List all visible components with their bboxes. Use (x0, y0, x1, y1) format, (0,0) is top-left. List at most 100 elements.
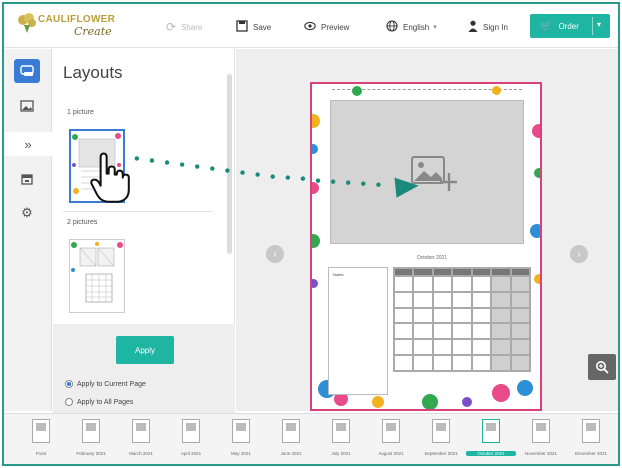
filmstrip-item[interactable]: October 2021 (466, 419, 516, 463)
cauliflower-logo-icon (18, 13, 36, 33)
filmstrip-item[interactable]: November 2021 (516, 419, 566, 463)
layouts-panel: Layouts 1 picture 2 pictures (53, 49, 235, 324)
filmstrip-label: May 2021 (231, 451, 251, 456)
rail-images-button[interactable] (14, 94, 40, 118)
grid-header-cell (413, 268, 433, 276)
day-cell (432, 355, 453, 371)
decor-dot (372, 396, 384, 408)
chevron-left-icon: ‹ (273, 248, 277, 260)
filmstrip-thumbnail (82, 419, 100, 443)
day-cell (452, 323, 472, 340)
day-cell (452, 355, 472, 371)
filmstrip-label: August 2021 (378, 451, 404, 456)
filmstrip-label: December 2021 (574, 451, 608, 456)
decor-dot (422, 394, 438, 409)
zoom-button[interactable] (588, 354, 616, 380)
filmstrip-item[interactable]: February 2021 (66, 419, 116, 463)
day-cell (413, 323, 433, 340)
signin-label: Sign In (483, 22, 508, 32)
next-page-button[interactable]: › (570, 245, 588, 263)
filmstrip-item[interactable]: June 2021 (266, 419, 316, 463)
decor-dot (312, 182, 319, 194)
layout-thumb-two-pictures[interactable] (69, 239, 125, 313)
filmstrip-item[interactable]: May 2021 (216, 419, 266, 463)
filmstrip-item[interactable]: August 2021 (366, 419, 416, 463)
filmstrip-item[interactable]: April 2021 (166, 419, 216, 463)
day-cell (394, 276, 414, 292)
filmstrip-thumbnail (182, 419, 200, 443)
add-image-icon (411, 156, 457, 191)
decor-dot (352, 86, 362, 96)
rail-calendar-button[interactable] (14, 167, 40, 191)
day-cell (471, 291, 492, 308)
preview-label: Preview (321, 22, 350, 32)
rail-layouts-button[interactable] (14, 59, 40, 83)
day-cell (394, 355, 414, 371)
apply-current-radio[interactable] (65, 380, 73, 388)
filmstrip-thumbnail (382, 419, 400, 443)
decor-dot (534, 168, 540, 178)
layout-icon (20, 65, 34, 76)
calendar-page[interactable]: October 2021 Notes (310, 82, 542, 411)
image-icon (20, 100, 34, 112)
order-button[interactable]: 🛒 Order ▾ (530, 14, 610, 38)
day-cell (471, 276, 492, 292)
order-dropdown-icon[interactable]: ▾ (597, 20, 601, 29)
layout-thumb-one-picture[interactable] (69, 129, 125, 203)
chevron-right-icon: › (577, 248, 581, 260)
calendar-grid (393, 267, 531, 372)
filmstrip-thumbnail (132, 419, 150, 443)
notes-label: Notes (333, 272, 344, 277)
app-frame: CAULIFLOWER Create ⟳ Share Save Preview … (2, 2, 620, 466)
day-cell (413, 291, 433, 308)
eye-icon (304, 20, 316, 34)
filmstrip-item[interactable]: March 2021 (116, 419, 166, 463)
filmstrip-thumbnail (232, 419, 250, 443)
apply-current-option[interactable]: Apply to Current Page (65, 380, 146, 388)
grid-header-cell (394, 268, 414, 276)
prev-page-button[interactable]: ‹ (266, 245, 284, 263)
filmstrip-item[interactable]: July 2021 (316, 419, 366, 463)
filmstrip-label: Front (35, 451, 47, 456)
day-cell (394, 323, 414, 340)
filmstrip-thumbnail (32, 419, 50, 443)
panel-divider (63, 211, 213, 212)
expand-icon: » (24, 136, 32, 152)
apply-all-option[interactable]: Apply to All Pages (65, 398, 133, 406)
order-divider (592, 17, 593, 35)
panel-scrollbar[interactable] (227, 74, 232, 254)
filmstrip-item[interactable]: Front (16, 419, 66, 463)
left-rail: » ⚙ (4, 49, 52, 411)
save-label: Save (253, 22, 272, 32)
photo-placeholder[interactable] (330, 100, 524, 244)
day-cell (491, 355, 511, 371)
filmstrip-item[interactable]: December 2021 (566, 419, 616, 463)
zoom-icon (596, 361, 609, 374)
day-cell (452, 291, 472, 308)
filmstrip-thumbnail (582, 419, 600, 443)
day-cell (394, 291, 414, 308)
brand-logo[interactable]: CAULIFLOWER Create (16, 12, 146, 42)
signin-button[interactable]: Sign In (468, 18, 508, 36)
decor-dot (492, 86, 501, 95)
grid-header-cell (491, 268, 511, 276)
rail-expand-button[interactable]: » (4, 132, 52, 156)
apply-current-label: Apply to Current Page (77, 380, 146, 388)
day-cell (432, 339, 453, 356)
apply-all-radio[interactable] (65, 398, 73, 406)
apply-button[interactable]: Apply (116, 336, 174, 364)
day-cell (394, 339, 414, 356)
save-button[interactable]: Save (236, 18, 271, 36)
notes-box[interactable]: Notes (328, 267, 388, 395)
day-cell (432, 307, 453, 324)
day-cell (471, 339, 492, 356)
day-cell (510, 307, 530, 324)
filmstrip-label: June 2021 (280, 451, 302, 456)
language-label: English (403, 22, 430, 32)
language-select[interactable]: English ▾ (386, 18, 437, 36)
rail-settings-button[interactable]: ⚙ (14, 201, 40, 225)
day-cell (413, 276, 433, 292)
filmstrip-item[interactable]: September 2021 (416, 419, 466, 463)
preview-button[interactable]: Preview (304, 18, 349, 36)
share-button[interactable]: ⟳ Share (166, 18, 202, 36)
